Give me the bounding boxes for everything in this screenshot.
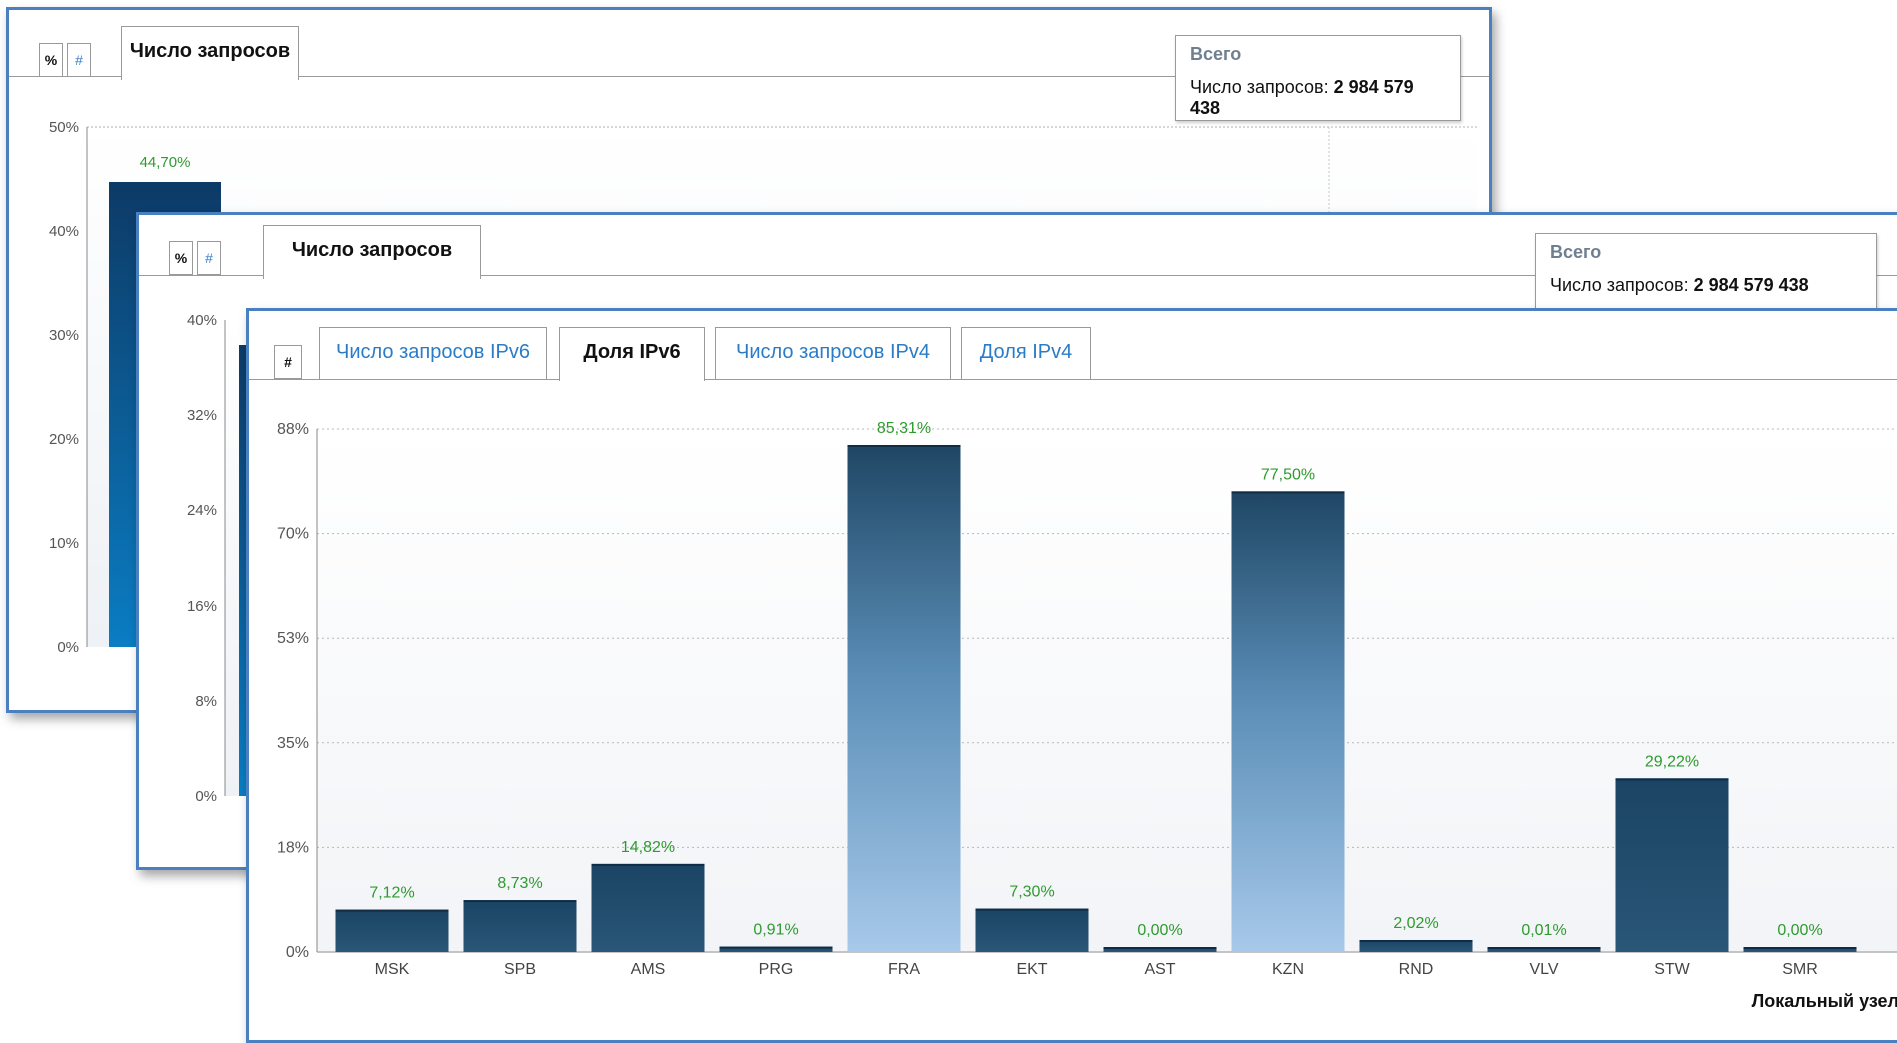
y-tick-label: 32% xyxy=(187,407,217,424)
y-tick-label: 24% xyxy=(187,502,217,519)
x-tick-label: RND xyxy=(1399,961,1434,978)
bar-value-label: 0,91% xyxy=(753,922,798,939)
chart-panel-front: # Число запросов IPv6 Доля IPv6 Число за… xyxy=(246,308,1897,1043)
y-tick-label: 30% xyxy=(49,327,79,344)
y-tick-label: 20% xyxy=(49,431,79,448)
bar-value-label: 14,82% xyxy=(621,839,675,856)
y-tick-label: 0% xyxy=(57,639,79,656)
y-tick-label: 40% xyxy=(49,223,79,240)
bar-value-label: 85,31% xyxy=(877,420,931,437)
chart-bar-ekt[interactable] xyxy=(975,908,1089,952)
y-tick-label: 10% xyxy=(49,535,79,552)
x-axis-title: Локальный узел xyxy=(1752,991,1897,1011)
chart-bar-spb[interactable] xyxy=(463,900,577,952)
y-tick-label: 50% xyxy=(49,119,79,136)
bar-value-label: 29,22% xyxy=(1645,753,1699,770)
bar-value-label: 0,00% xyxy=(1137,922,1182,939)
y-tick-label: 70% xyxy=(277,526,309,543)
y-tick-label: 88% xyxy=(277,421,309,438)
chart-bar-kzn[interactable] xyxy=(1231,491,1345,952)
bar-value-label: 0,00% xyxy=(1777,922,1822,939)
x-tick-label: FRA xyxy=(888,961,920,978)
ipv6-share-chart: 88% 70% 53% 35% 18% 0% 7,12% MSK 8,73% SPB 14,82%… xyxy=(277,420,1897,1011)
x-tick-label: MSK xyxy=(375,961,410,978)
y-tick-label: 8% xyxy=(195,693,217,710)
x-tick-label: AMS xyxy=(631,961,666,978)
bar-value-label: 8,73% xyxy=(497,875,542,892)
chart-bar-fra[interactable] xyxy=(847,444,961,952)
y-tick-label: 35% xyxy=(277,735,309,752)
bar-value-label: 44,70% xyxy=(140,154,191,171)
bar-value-label: 0,01% xyxy=(1521,922,1566,939)
x-tick-label: KZN xyxy=(1272,961,1304,978)
bar-value-label: 7,12% xyxy=(369,885,414,902)
x-tick-label: SMR xyxy=(1782,961,1818,978)
y-tick-label: 0% xyxy=(286,944,309,961)
bar-value-label: 77,50% xyxy=(1261,466,1315,483)
bar-value-label: 7,30% xyxy=(1009,884,1054,901)
y-tick-label: 53% xyxy=(277,630,309,647)
chart-bar-ams[interactable] xyxy=(591,863,705,952)
x-tick-label: AST xyxy=(1144,961,1175,978)
x-tick-label: PRG xyxy=(759,961,794,978)
x-tick-label: SPB xyxy=(504,961,536,978)
chart-bar-msk[interactable] xyxy=(335,909,449,952)
bar-value-label: 2,02% xyxy=(1393,915,1438,932)
x-tick-label: VLV xyxy=(1529,961,1558,978)
chart-bar-stw[interactable] xyxy=(1615,778,1729,952)
y-tick-label: 18% xyxy=(277,839,309,856)
x-tick-label: EKT xyxy=(1016,961,1047,978)
y-tick-label: 0% xyxy=(195,788,217,805)
y-tick-label: 16% xyxy=(187,598,217,615)
y-tick-label: 40% xyxy=(187,312,217,329)
x-tick-label: STW xyxy=(1654,961,1690,978)
